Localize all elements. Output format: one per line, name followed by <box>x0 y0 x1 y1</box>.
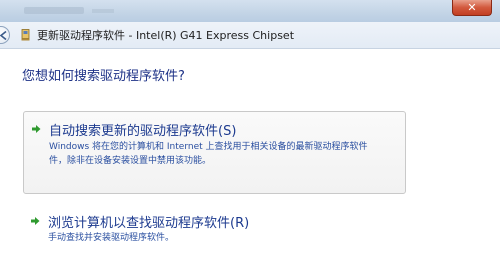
update-driver-window: ✕ 更新驱动程序软件 - Intel(R) G41 Express Chipse… <box>0 0 500 277</box>
browse-computer-option-description: 手动查找并安装驱动程序软件。 <box>48 233 175 243</box>
window-title: 更新驱动程序软件 - Intel(R) G41 Express Chipset <box>37 29 295 42</box>
green-arrow-icon <box>32 125 41 133</box>
dialog-content: 您想如何搜索驱动程序软件? 自动搜索更新的驱动程序软件(S) Windows 将… <box>0 49 500 277</box>
device-driver-icon <box>21 29 30 41</box>
auto-search-option-description-line2: 件，除非在设备安装设置中禁用该功能。 <box>49 156 212 166</box>
back-button[interactable] <box>0 26 10 44</box>
titlebar-blurred-area-2 <box>92 9 114 13</box>
auto-search-option-description-line1: Windows 将在您的计算机和 Internet 上查找用于相关设备的最新驱动… <box>49 142 368 152</box>
auto-search-option[interactable]: 自动搜索更新的驱动程序软件(S) Windows 将在您的计算机和 Intern… <box>23 111 406 194</box>
close-button[interactable]: ✕ <box>452 0 492 16</box>
auto-search-option-title: 自动搜索更新的驱动程序软件(S) <box>49 124 237 139</box>
page-heading: 您想如何搜索驱动程序软件? <box>22 69 185 84</box>
window-titlebar[interactable]: ✕ <box>0 0 500 22</box>
browse-computer-option[interactable]: 浏览计算机以查找驱动程序软件(R) 手动查找并安装驱动程序软件。 <box>23 207 406 257</box>
green-arrow-icon <box>31 217 40 225</box>
titlebar-blurred-area <box>24 7 84 14</box>
close-icon: ✕ <box>467 1 477 14</box>
back-arrow-icon <box>0 31 7 40</box>
browse-computer-option-title: 浏览计算机以查找驱动程序软件(R) <box>48 216 250 231</box>
navigation-bar: 更新驱动程序软件 - Intel(R) G41 Express Chipset <box>0 22 500 49</box>
